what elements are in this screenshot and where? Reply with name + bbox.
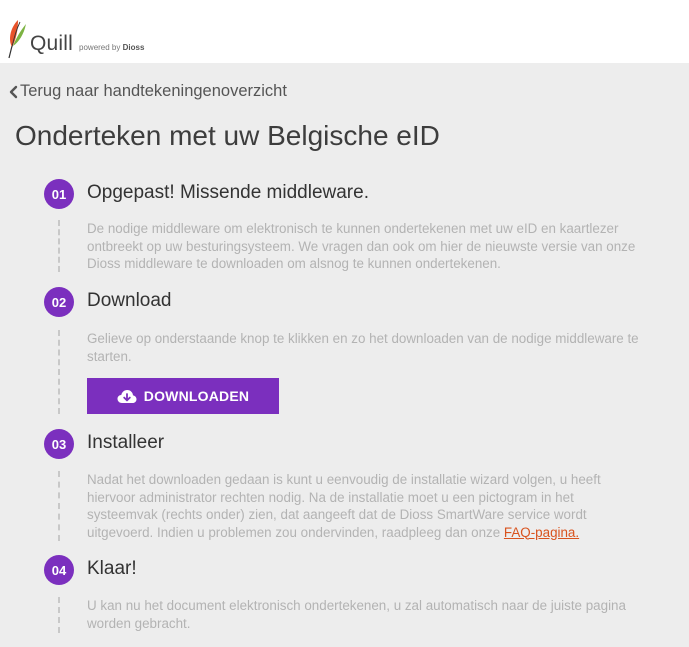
step-divider-03 [58,471,60,541]
quill-logo[interactable]: Quill powered by Dioss [6,16,144,60]
step-number-01: 01 [44,179,74,209]
step-divider-01 [58,220,60,272]
powered-by-prefix: powered by [79,43,121,52]
step-text-01: De nodige middleware om elektronisch te … [87,221,636,271]
download-button-label: DOWNLOADEN [143,388,250,404]
page-title: Onderteken met uw Belgische eID [15,120,440,151]
step-title-04: Klaar! [87,558,137,579]
step-text-03: Nadat het downloaden gedaan is kunt u ee… [87,471,647,541]
step-divider-02 [58,330,60,414]
step-text-02: Gelieve op onderstaande knop te klikken … [87,331,639,364]
top-bar: Quill powered by Dioss [0,0,689,63]
step-number-02: 02 [44,287,74,317]
download-button[interactable]: DOWNLOADEN [87,378,279,414]
logo-powered-by: powered by Dioss [79,43,144,60]
step-title-02: Download [87,290,172,311]
step-divider-04 [58,597,60,633]
step-number-04: 04 [44,555,74,585]
faq-page-link[interactable]: FAQ-pagina. [504,525,579,540]
step-number-03: 03 [44,429,74,459]
powered-by-brand: Dioss [122,43,145,52]
back-to-signatures-link[interactable]: Terug naar handtekeningenoverzicht [8,82,287,101]
step-text-04: U kan nu het document elektronisch onder… [87,598,626,631]
quill-feather-icon [8,20,26,59]
chevron-left-icon [9,85,18,98]
logo-app-name: Quill [30,32,74,55]
step-title-01: Opgepast! Missende middleware. [87,182,369,203]
cloud-download-icon [117,389,137,403]
step-title-03: Installeer [87,432,165,453]
back-link-label: Terug naar handtekeningenoverzicht [20,82,287,100]
